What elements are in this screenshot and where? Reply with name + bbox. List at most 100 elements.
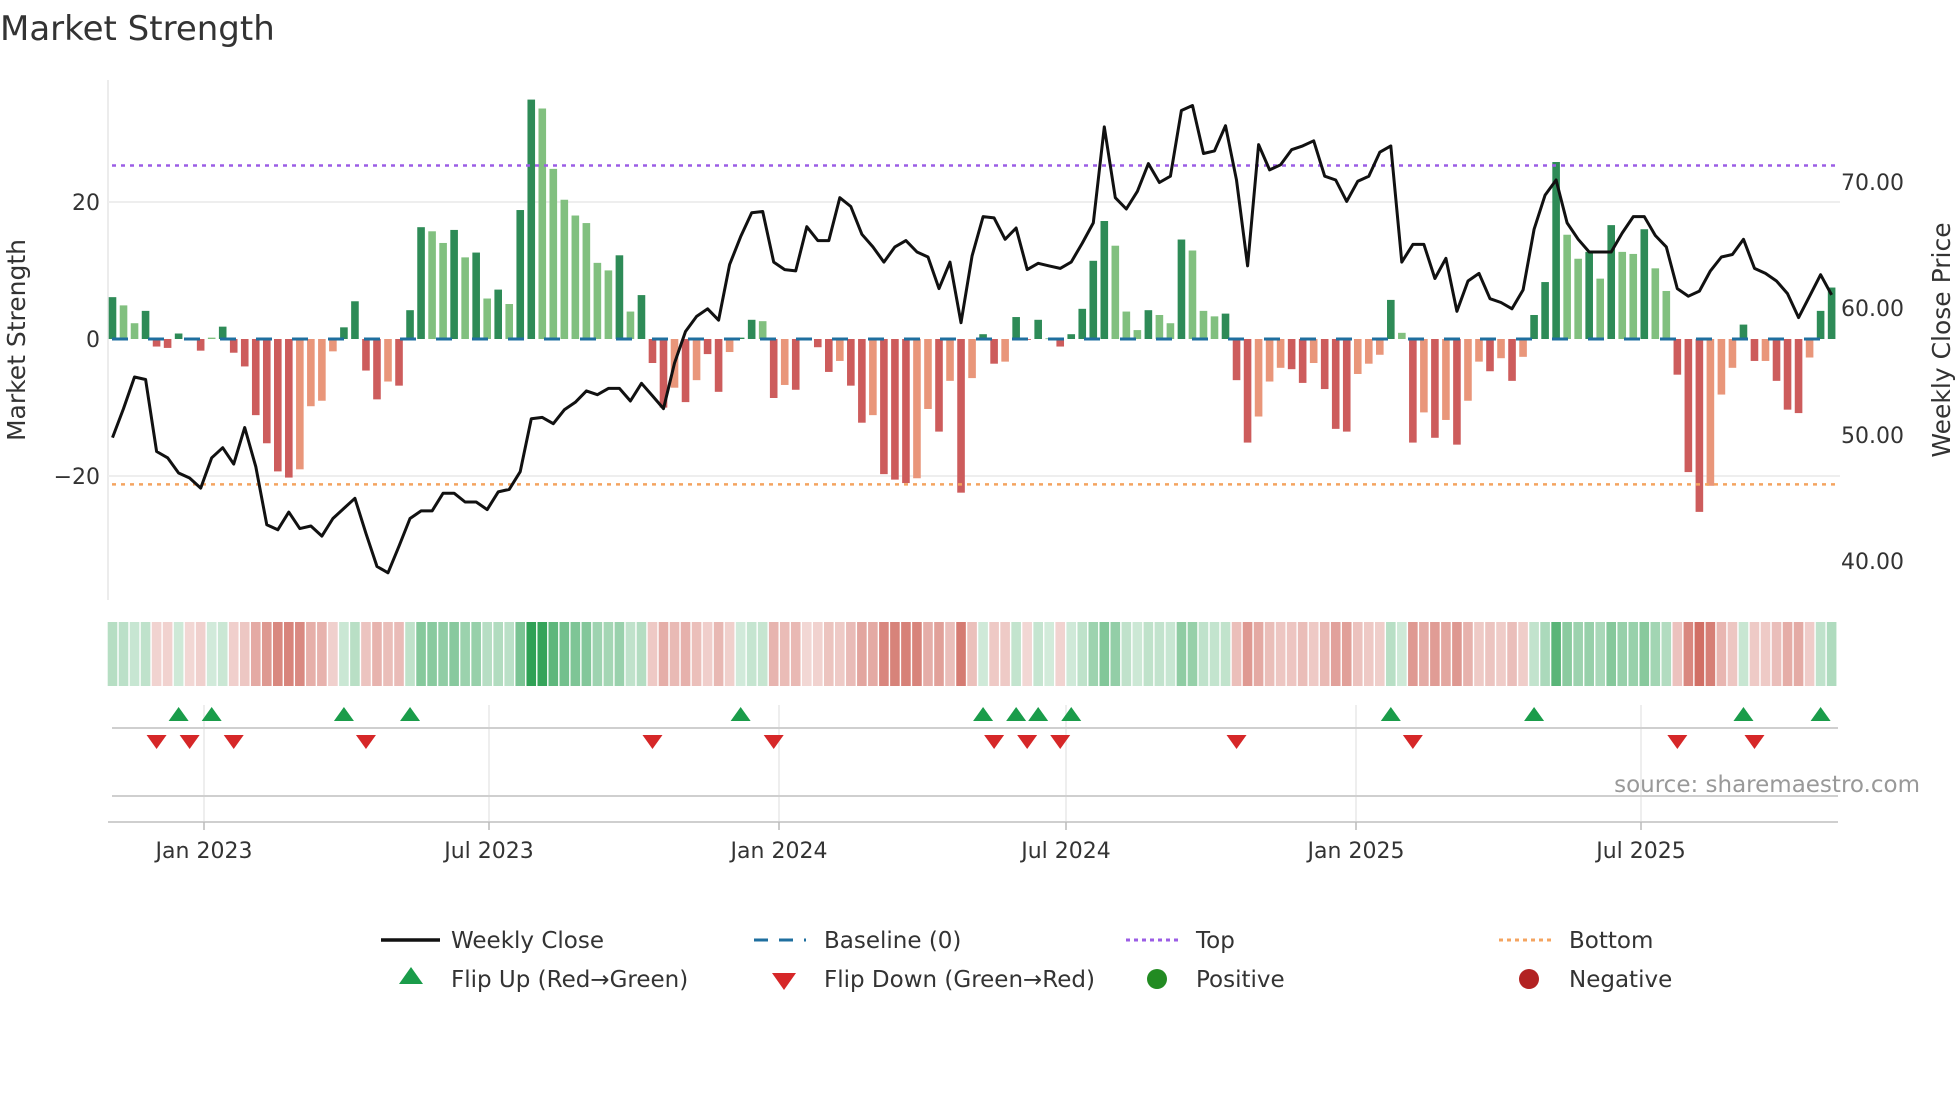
triangle-up-icon <box>399 967 423 984</box>
strength-bar <box>1353 339 1362 374</box>
strength-bar <box>1144 310 1153 339</box>
strength-bar <box>1276 339 1285 368</box>
strength-bar <box>1298 339 1307 383</box>
heatmap-cell <box>1363 622 1374 686</box>
strength-bar <box>472 252 480 339</box>
flip-down-marker <box>642 735 663 749</box>
heatmap-cell <box>625 622 636 686</box>
x-tick-label: Jul 2025 <box>1594 839 1686 864</box>
strength-bar <box>1309 339 1318 364</box>
legend-label: Baseline (0) <box>824 928 961 954</box>
flip-up-marker <box>1733 707 1754 721</box>
strength-bar <box>1166 323 1175 339</box>
strength-bar <box>362 339 370 371</box>
heatmap-cell <box>835 622 845 686</box>
heatmap-cell <box>1771 622 1782 686</box>
heatmap-cell <box>1441 622 1451 686</box>
strength-bar <box>1111 245 1120 339</box>
heatmap-cell <box>1000 622 1010 686</box>
strength-bar <box>571 215 580 339</box>
heatmap-cell <box>427 622 437 686</box>
strength-bar <box>108 297 117 339</box>
strength-bar <box>813 339 822 348</box>
strength-bar <box>1442 339 1450 420</box>
heatmap-cell <box>1011 622 1021 686</box>
heatmap-cell <box>1375 622 1385 686</box>
flip-up-marker <box>168 707 189 721</box>
heatmap-cell <box>1033 622 1043 686</box>
flip-down-marker <box>984 735 1005 749</box>
strength-bar <box>1816 310 1825 339</box>
strength-bar <box>1001 339 1009 362</box>
flip-down-marker <box>179 735 200 749</box>
heatmap-cell <box>250 622 261 686</box>
strength-bar <box>1750 339 1759 361</box>
heatmap-cell <box>978 622 988 686</box>
heatmap-cell <box>1518 622 1528 686</box>
legend-label: Bottom <box>1569 928 1653 954</box>
flip-down-marker <box>763 735 784 749</box>
heatmap-cell <box>449 622 459 686</box>
heatmap-cell <box>206 622 217 686</box>
heatmap-cell <box>118 622 129 686</box>
y2-tick-label: 50.00 <box>1841 424 1904 449</box>
strength-bar <box>494 289 502 339</box>
heatmap-cell <box>184 622 195 686</box>
heatmap-cell <box>1231 622 1242 686</box>
flip-down-marker <box>355 735 376 749</box>
flip-down-marker <box>1050 735 1071 749</box>
chart-title: Market Strength <box>0 9 275 49</box>
legend-item-positive: Positive <box>1147 967 1285 993</box>
heatmap-cell <box>471 622 481 686</box>
strength-bar <box>957 339 965 493</box>
heatmap-cell <box>526 622 537 686</box>
heatmap-cell <box>812 622 823 686</box>
heatmap-cell <box>658 622 669 686</box>
heatmap-cell <box>306 622 316 686</box>
strength-bar <box>1486 339 1494 372</box>
strength-bar <box>692 339 701 381</box>
heatmap-cell <box>735 622 746 686</box>
heatmap-cell <box>691 622 702 686</box>
y2-tick-label: 40.00 <box>1841 550 1904 575</box>
strength-bar <box>340 327 348 339</box>
flip-up-marker <box>1810 707 1831 721</box>
heatmap-cell <box>1319 622 1330 686</box>
heatmap-cell <box>1650 622 1661 686</box>
strength-bar <box>703 339 712 355</box>
source-credit: source: sharemaestro.com <box>1614 772 1920 798</box>
heatmap-cell <box>1397 622 1407 686</box>
y2-tick-label: 60.00 <box>1841 297 1904 322</box>
heatmap-cell <box>273 622 283 686</box>
legend-item-negative: Negative <box>1519 967 1672 993</box>
strength-bar <box>725 339 734 353</box>
strength-bar <box>1100 221 1109 339</box>
heatmap-cell <box>383 622 393 686</box>
strength-bar <box>1728 339 1737 368</box>
flip-up-marker <box>1061 707 1082 721</box>
strength-bar <box>483 298 491 339</box>
strength-bar <box>119 305 128 339</box>
heatmap-cell <box>460 622 470 686</box>
heatmap-cell <box>779 622 790 686</box>
heatmap-cell <box>879 622 889 686</box>
y-tick-label: 20 <box>72 191 100 216</box>
heatmap-cell <box>1716 622 1727 686</box>
strength-bar <box>196 339 205 351</box>
market-strength-chart: Market Strength 20 0 −20 Market Strength… <box>0 9 1956 993</box>
strength-bar <box>174 333 183 339</box>
strength-bar <box>262 339 271 444</box>
legend-label: Flip Up (Red→Green) <box>451 967 688 993</box>
strength-bar <box>307 339 315 407</box>
heatmap-cell <box>295 622 305 686</box>
strength-bar <box>560 199 569 339</box>
heatmap-cell <box>1661 622 1672 686</box>
heatmap-cell <box>1066 622 1077 686</box>
strength-bar <box>1706 339 1715 486</box>
strength-bar <box>1794 339 1803 414</box>
strength-bar <box>395 339 403 386</box>
strength-bar <box>935 339 943 432</box>
strength-bar <box>1739 324 1748 339</box>
heatmap-cell <box>1286 622 1297 686</box>
strength-bar <box>1651 268 1660 339</box>
